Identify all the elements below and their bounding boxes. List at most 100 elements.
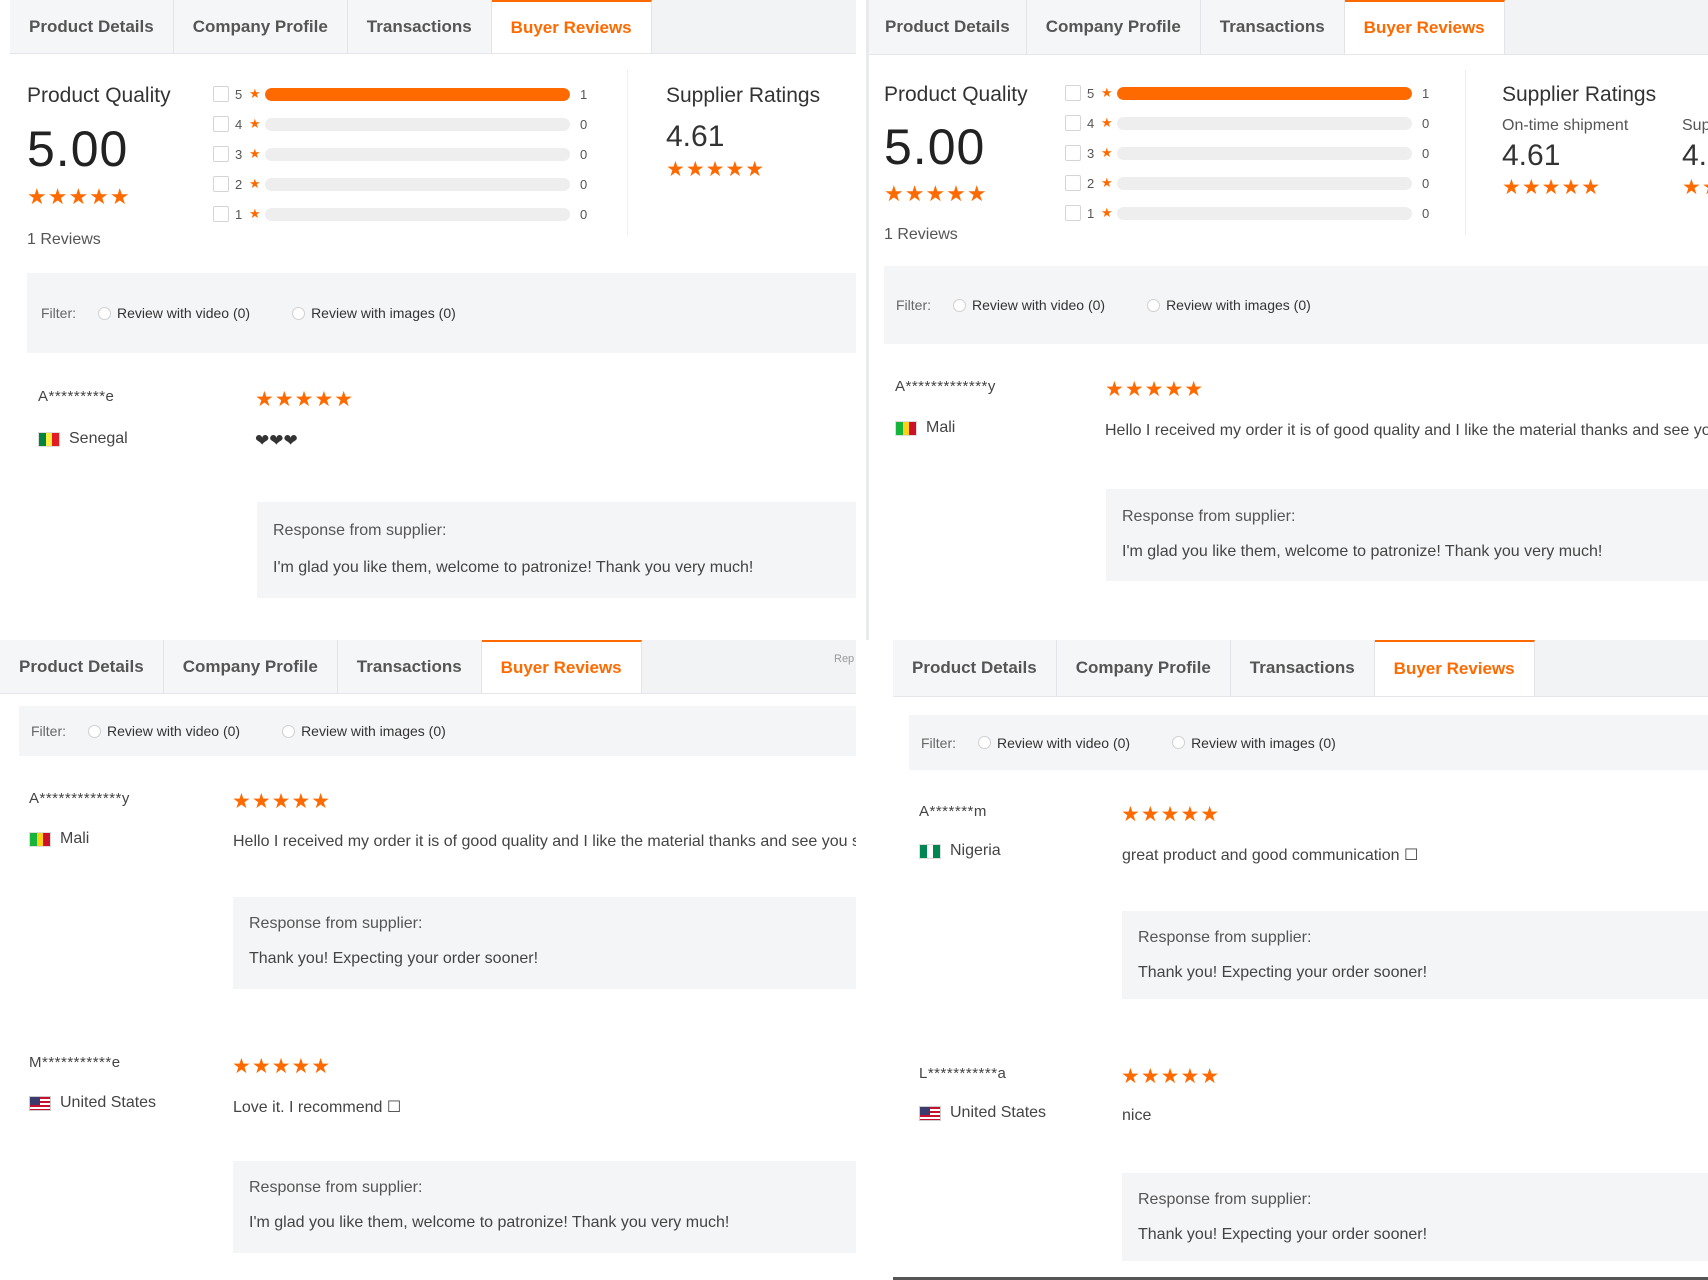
rating-level: 1 [235, 206, 243, 222]
rating-level: 1 [1087, 205, 1095, 221]
radio-icon[interactable] [953, 298, 966, 312]
review-count: 1 Reviews [27, 231, 101, 248]
rating-bar [265, 87, 570, 101]
panel-bottom-left: Product Details Company Profile Transact… [0, 640, 856, 1280]
rating-row-2[interactable]: 2 ★ 0 [1065, 168, 1429, 198]
radio-icon[interactable] [978, 736, 991, 749]
tab-transactions[interactable]: Transactions [1230, 640, 1375, 696]
review-stars: ★★★★★ [232, 790, 332, 813]
tab-product-details[interactable]: Product Details [0, 640, 164, 693]
radio-icon[interactable] [98, 306, 111, 320]
tab-company-profile[interactable]: Company Profile [163, 640, 338, 693]
review-text: great product and good communication ☐ [1122, 847, 1419, 864]
filter-bar: Filter: Review with video (0) Review wit… [884, 266, 1708, 344]
report-link[interactable]: Rep [834, 653, 854, 665]
rating-level: 2 [235, 176, 243, 192]
rating-count: 0 [580, 146, 588, 162]
rating-bar [265, 207, 570, 221]
tab-product-details[interactable]: Product Details [869, 0, 1027, 54]
filter-video-label: Review with video (0) [107, 723, 241, 739]
filter-video-option[interactable]: Review with video (0) [953, 297, 1105, 313]
tab-transactions[interactable]: Transactions [347, 0, 492, 53]
rating-row-4[interactable]: 4 ★ 0 [213, 109, 587, 139]
product-quality-stars: ★★★★★ [884, 181, 988, 206]
tab-company-profile[interactable]: Company Profile [1056, 640, 1231, 696]
tab-transactions[interactable]: Transactions [337, 640, 482, 693]
filter-bar: Filter: Review with video (0) Review wit… [19, 706, 856, 756]
radio-icon[interactable] [292, 306, 306, 320]
response-text: I'm glad you like them, welcome to patro… [1122, 543, 1603, 560]
flag-icon [38, 431, 60, 447]
tab-buyer-reviews[interactable]: Buyer Reviews [1344, 0, 1505, 54]
rating-checkbox[interactable] [1065, 85, 1081, 101]
filter-label: Filter: [896, 297, 931, 313]
filter-video-option[interactable]: Review with video (0) [978, 735, 1130, 751]
rating-checkbox[interactable] [1065, 205, 1081, 221]
supplier-rating-stars-clipped: ★★★★★ [1682, 176, 1708, 199]
rating-count: 0 [1422, 175, 1430, 191]
rating-checkbox[interactable] [213, 176, 229, 192]
filter-video-option[interactable]: Review with video (0) [98, 305, 250, 321]
supplier-response: Response from supplier: I'm glad you lik… [1106, 489, 1708, 581]
filter-images-option[interactable]: Review with images (0) [292, 305, 456, 321]
rating-checkbox[interactable] [213, 116, 229, 132]
radio-icon[interactable] [1172, 736, 1186, 749]
rating-checkbox[interactable] [213, 206, 229, 222]
review-stars: ★★★★★ [1121, 1065, 1221, 1088]
tab-product-details[interactable]: Product Details [10, 0, 174, 53]
country-name: United States [950, 1104, 1047, 1121]
rating-row-3[interactable]: 3 ★ 0 [1065, 138, 1429, 168]
filter-video-option[interactable]: Review with video (0) [88, 723, 240, 739]
radio-icon[interactable] [88, 724, 101, 738]
radio-icon[interactable] [282, 724, 296, 738]
supplier-response: Response from supplier: I'm glad you lik… [257, 502, 856, 598]
tab-company-profile[interactable]: Company Profile [1026, 0, 1201, 54]
rating-bar [1117, 176, 1412, 190]
supplier-ratings-title: Supplier Ratings [1502, 83, 1657, 106]
rating-row-3[interactable]: 3 ★ 0 [213, 139, 587, 169]
star-icon: ★ [1101, 115, 1113, 130]
radio-icon[interactable] [1147, 298, 1161, 312]
reviewer-name: A*********e [38, 388, 115, 405]
rating-row-1[interactable]: 1 ★ 0 [1065, 198, 1429, 228]
rating-checkbox[interactable] [213, 86, 229, 102]
review-stars: ★★★★★ [1105, 378, 1205, 401]
review-stars: ★★★★★ [232, 1055, 332, 1078]
filter-images-option[interactable]: Review with images (0) [282, 723, 446, 739]
rating-bar-fill [1117, 86, 1412, 100]
tab-buyer-reviews[interactable]: Buyer Reviews [491, 0, 652, 53]
rating-row-4[interactable]: 4 ★ 0 [1065, 108, 1429, 138]
response-text: I'm glad you like them, welcome to patro… [273, 559, 754, 576]
filter-images-option[interactable]: Review with images (0) [1147, 297, 1311, 313]
tab-product-details[interactable]: Product Details [893, 640, 1057, 696]
rating-breakdown: 5 ★ 1 4 ★ 0 3 ★ 0 2 ★ 0 1 ★ 0 [213, 79, 587, 229]
rating-bar [1117, 146, 1412, 160]
review-text: Hello I received my order it is of good … [233, 833, 856, 850]
star-icon: ★ [249, 146, 261, 161]
rating-row-5[interactable]: 5 ★ 1 [1065, 78, 1429, 108]
tab-transactions[interactable]: Transactions [1200, 0, 1345, 54]
rating-row-2[interactable]: 2 ★ 0 [213, 169, 587, 199]
rating-row-5[interactable]: 5 ★ 1 [213, 79, 587, 109]
flag-icon [895, 420, 917, 436]
star-icon: ★ [249, 116, 261, 131]
rating-bar [1117, 116, 1412, 130]
on-time-shipment-label: On-time shipment [1502, 117, 1629, 134]
tab-buyer-reviews[interactable]: Buyer Reviews [481, 640, 642, 693]
rating-row-1[interactable]: 1 ★ 0 [213, 199, 587, 229]
rating-checkbox[interactable] [213, 146, 229, 162]
rating-checkbox[interactable] [1065, 115, 1081, 131]
divider [1465, 70, 1466, 235]
review-text: ❤❤❤ [255, 431, 298, 450]
response-title: Response from supplier: [1138, 1191, 1312, 1208]
rating-checkbox[interactable] [1065, 145, 1081, 161]
filter-images-option[interactable]: Review with images (0) [1172, 735, 1336, 751]
flag-icon [919, 1105, 941, 1121]
response-title: Response from supplier: [249, 1179, 423, 1196]
rating-breakdown: 5 ★ 1 4 ★ 0 3 ★ 0 2 ★ 0 1 ★ 0 [1065, 78, 1429, 228]
tab-company-profile[interactable]: Company Profile [173, 0, 348, 53]
tab-bar: Product Details Company Profile Transact… [10, 0, 856, 54]
tab-buyer-reviews[interactable]: Buyer Reviews [1374, 640, 1535, 696]
rating-checkbox[interactable] [1065, 175, 1081, 191]
panel-bottom-right: Product Details Company Profile Transact… [893, 640, 1708, 1277]
